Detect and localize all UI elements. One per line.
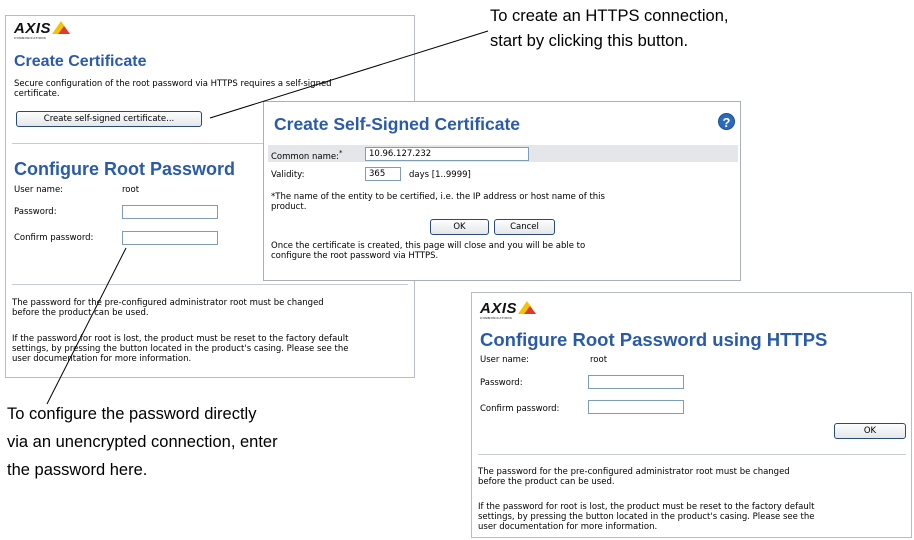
user-name-label: User name: [480,355,530,365]
callout-unencrypted-line2: via an unencrypted connection, enter [7,433,278,451]
logo-subtext: COMMUNICATIONS [14,36,47,40]
info-text-line: If the password for root is lost, the pr… [478,502,815,512]
axis-logo: AXIS COMMUNICATIONS [14,20,71,40]
callout-https-line1: To create an HTTPS connection, [490,7,729,25]
logo-text: AXIS [480,300,518,317]
info-text-line: The password for the pre-configured admi… [12,298,324,308]
info-text-line: before the product can be used. [12,308,149,318]
create-certificate-title: Create Certificate [14,53,147,70]
callout-unencrypted-line3: the password here. [7,461,148,479]
note-line1: *The name of the entity to be certified,… [271,192,605,202]
footer-line2: configure the root password via HTTPS. [271,251,439,261]
logo-triangle-icon [52,21,71,34]
footer-line1: Once the certificate is created, this pa… [271,241,586,251]
divider [12,284,408,285]
validity-input[interactable]: 365 [365,167,401,181]
cancel-button[interactable]: Cancel [494,219,555,235]
create-certificate-desc-line1: Secure configuration of the root passwor… [14,79,332,89]
info-text-line: user documentation for more information. [12,354,192,364]
password-label: Password: [480,378,523,388]
ok-button[interactable]: OK [430,219,489,235]
confirm-password-input[interactable] [588,400,684,414]
logo-text: AXIS [14,20,52,37]
required-marker: * [338,149,343,157]
confirm-password-label: Confirm password: [14,233,94,243]
callout-unencrypted-line1: To configure the password directly [7,405,257,423]
user-name-label: User name: [14,185,64,195]
info-text-line: user documentation for more information. [478,522,658,532]
confirm-password-input[interactable] [122,231,218,245]
common-name-input[interactable]: 10.96.127.232 [365,147,529,161]
dialog-title: Create Self-Signed Certificate [274,114,521,134]
validity-label: Validity: [271,170,305,180]
create-self-signed-certificate-button[interactable]: Create self-signed certificate... [16,111,202,127]
password-label: Password: [14,207,57,217]
common-name-label: Common name:* [271,149,343,162]
user-name-value: root [590,355,608,365]
axis-logo: AXIS COMMUNICATIONS [480,300,537,320]
logo-triangle-icon [518,301,537,314]
validity-unit: days [1..9999] [409,170,471,180]
info-text-line: before the product can be used. [478,477,615,487]
callout-https-line2: start by clicking this button. [490,32,689,50]
info-text-line: If the password for root is lost, the pr… [12,334,349,344]
divider [478,454,906,455]
info-text-line: settings, by pressing the button located… [12,344,349,354]
note-line2: product. [271,202,307,212]
configure-root-password-title: Configure Root Password [14,159,236,179]
info-text-line: The password for the pre-configured admi… [478,467,790,477]
create-certificate-desc-line2: certificate. [14,89,60,99]
confirm-password-label: Confirm password: [480,404,560,414]
password-input[interactable] [122,205,218,219]
https-password-panel: AXIS COMMUNICATIONS Configure Root Passw… [471,292,912,538]
ok-button[interactable]: OK [834,423,906,439]
info-text-line: settings, by pressing the button located… [478,512,815,522]
logo-subtext: COMMUNICATIONS [480,316,513,320]
user-name-value: root [122,185,140,195]
help-icon[interactable]: ? [718,113,735,130]
https-password-title: Configure Root Password using HTTPS [480,329,828,350]
create-certificate-dialog: Create Self-Signed Certificate ? Common … [263,101,741,281]
password-input[interactable] [588,375,684,389]
